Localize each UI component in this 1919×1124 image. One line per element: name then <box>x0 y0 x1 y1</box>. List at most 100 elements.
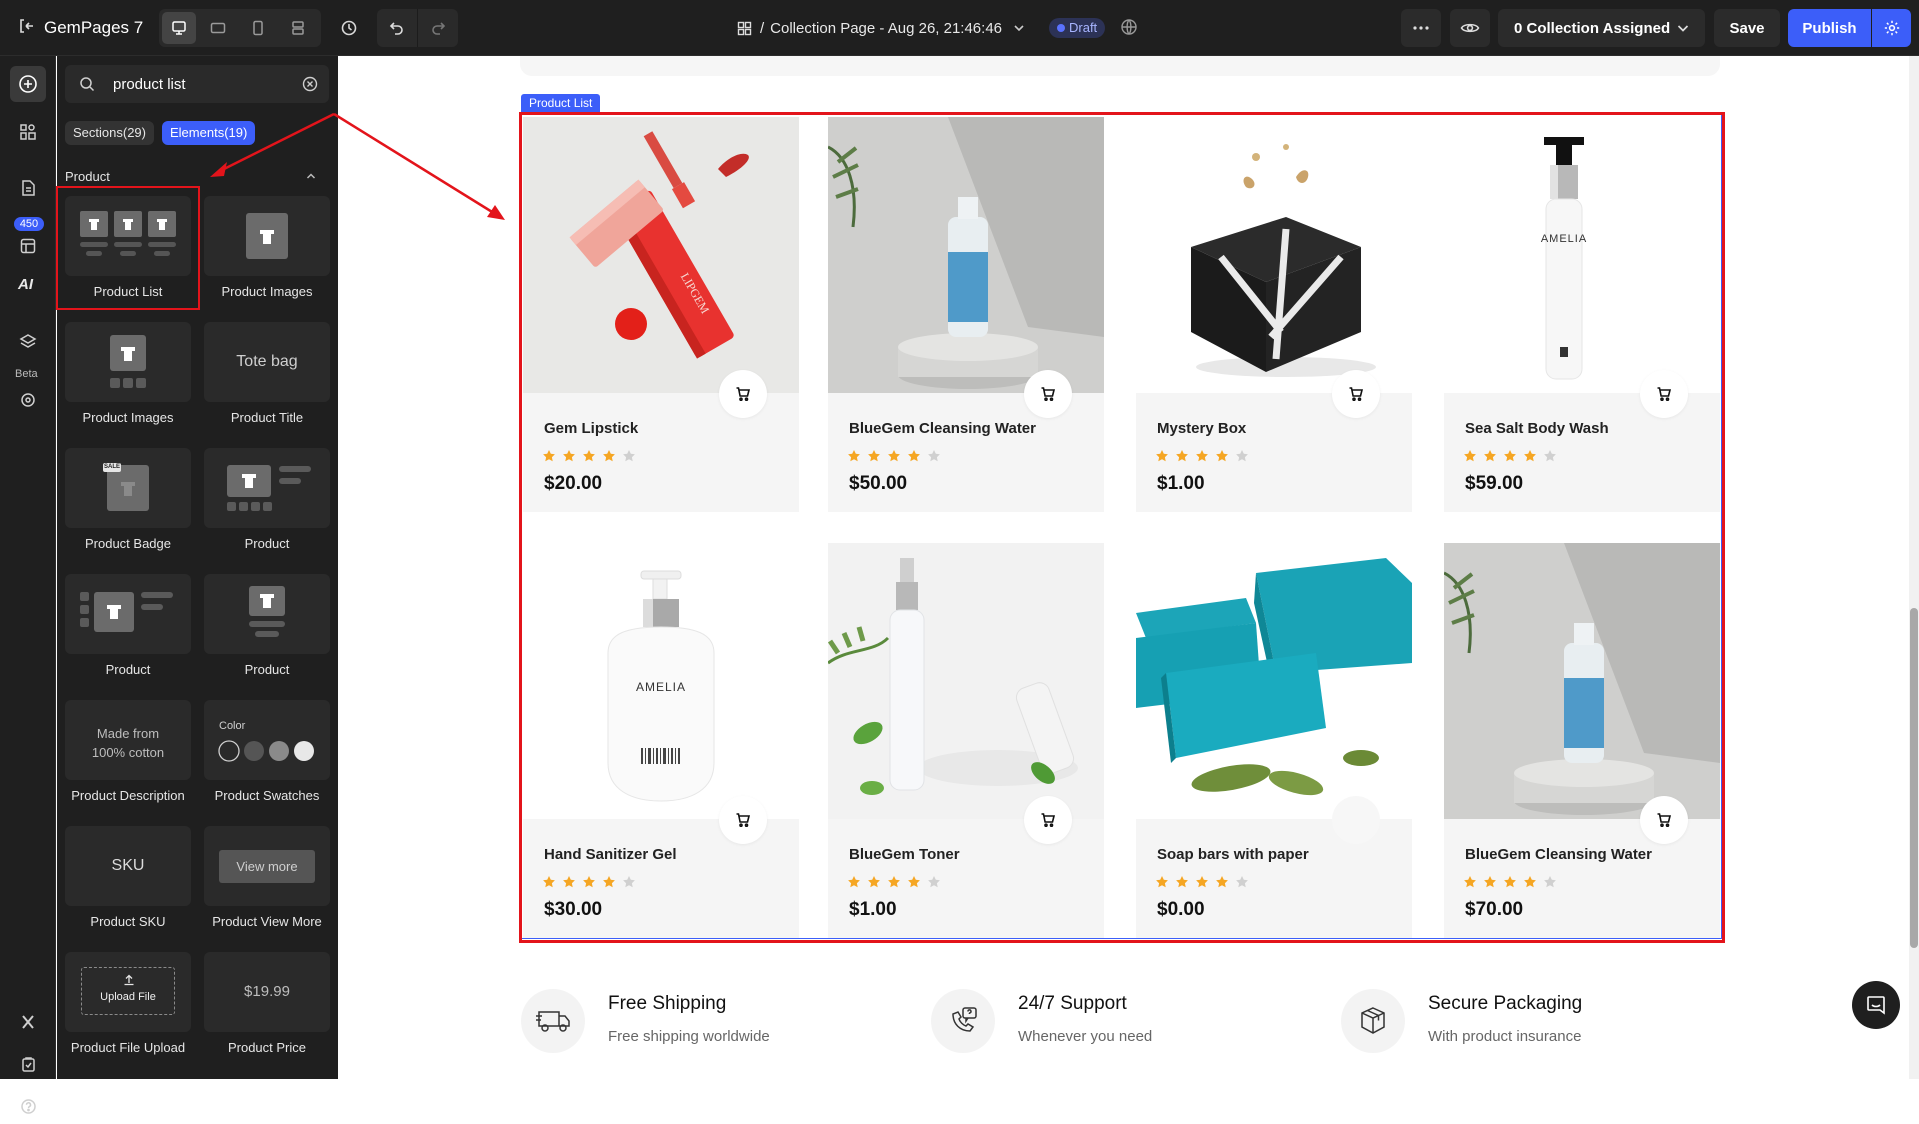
tab-elements[interactable]: Elements(19) <box>162 121 256 145</box>
star-filled-icon <box>543 876 555 888</box>
element-tile-product-file-upload[interactable]: Upload File <box>65 952 191 1032</box>
product-card[interactable]: Soap bars with paper $0.00 <box>1136 543 1412 938</box>
rating-stars <box>847 875 941 889</box>
add-to-cart-icon[interactable] <box>1640 370 1688 418</box>
rating-stars <box>542 449 636 463</box>
feature-title: Secure Packaging <box>1428 993 1583 1014</box>
star-filled-icon <box>888 876 900 888</box>
save-button[interactable]: Save <box>1714 9 1780 47</box>
undo-icon[interactable] <box>377 9 417 47</box>
product-card[interactable]: BlueGem Cleansing Water $50.00 <box>828 117 1104 512</box>
publish-settings-gear-icon[interactable] <box>1872 9 1911 47</box>
add-to-cart-icon[interactable] <box>1640 796 1688 844</box>
product-title[interactable]: BlueGem Cleansing Water <box>1465 846 1652 863</box>
element-tile-product-price[interactable]: $19.99 <box>204 952 330 1032</box>
element-tile-product-badge[interactable]: SALE <box>65 448 191 528</box>
product-image-soap[interactable] <box>1136 543 1412 819</box>
add-element-icon[interactable] <box>10 66 46 102</box>
chevron-up-icon[interactable] <box>305 170 317 182</box>
page-title[interactable]: / Collection Page - Aug 26, 21:46:46 <box>737 18 1026 38</box>
page-title-text: Collection Page - Aug 26, 21:46:46 <box>770 19 1003 37</box>
add-to-cart-icon[interactable] <box>1024 370 1072 418</box>
product-title[interactable]: BlueGem Toner <box>849 846 960 863</box>
add-to-cart-icon[interactable] <box>1332 370 1380 418</box>
star-filled-icon <box>1196 876 1208 888</box>
publish-button[interactable]: Publish <box>1788 9 1871 47</box>
product-image-sanitizer[interactable]: AMELIA <box>523 543 799 819</box>
swatches-preview-label: Color <box>219 720 246 732</box>
product-layout-icon <box>80 592 173 632</box>
product-title[interactable]: Hand Sanitizer Gel <box>544 846 677 863</box>
layout-icon[interactable] <box>281 12 315 44</box>
tablet-landscape-icon[interactable] <box>201 12 235 44</box>
pages-icon[interactable] <box>10 170 46 206</box>
settings-beta-icon[interactable] <box>10 382 46 418</box>
product-title[interactable]: BlueGem Cleansing Water <box>849 420 1036 437</box>
product-card[interactable]: BlueGem Toner $1.00 <box>828 543 1104 938</box>
product-image-toner[interactable] <box>828 543 1104 819</box>
product-title[interactable]: Soap bars with paper <box>1157 846 1309 863</box>
beta-label: Beta <box>15 368 38 380</box>
layers-icon[interactable] <box>10 324 46 360</box>
element-tile-product[interactable] <box>65 574 191 654</box>
globe-icon[interactable] <box>1119 17 1139 37</box>
redo-icon[interactable] <box>418 9 458 47</box>
element-tile-product-description[interactable]: Made from 100% cotton <box>65 700 191 780</box>
canvas-scrollbar-thumb[interactable] <box>1910 608 1918 948</box>
add-to-cart-icon[interactable] <box>1332 796 1380 844</box>
product-card[interactable]: AMELIA Sea Salt Body Wash $59.00 <box>1444 117 1720 512</box>
product-title[interactable]: Mystery Box <box>1157 420 1246 437</box>
element-tile-product[interactable] <box>204 574 330 654</box>
history-icon[interactable] <box>330 9 368 47</box>
star-filled-icon <box>1504 450 1516 462</box>
element-tile-product-images[interactable] <box>204 196 330 276</box>
product-title[interactable]: Sea Salt Body Wash <box>1465 420 1609 437</box>
element-tile-product-images-gallery[interactable] <box>65 322 191 402</box>
element-tile-product-view-more[interactable]: View more <box>204 826 330 906</box>
group-title-product[interactable]: Product <box>65 169 110 184</box>
add-to-cart-icon[interactable] <box>1024 796 1072 844</box>
templates-icon[interactable] <box>10 228 46 264</box>
title-separator: / <box>760 19 765 37</box>
editor-canvas[interactable]: Product List LIPGEM Gem Lipstick $20.00 … <box>338 56 1919 1079</box>
search-box[interactable]: product list <box>65 65 329 103</box>
ai-icon[interactable]: AI <box>18 276 33 293</box>
collection-assign-button[interactable]: 0 Collection Assigned <box>1498 9 1705 47</box>
product-image-lipstick[interactable]: LIPGEM <box>523 117 799 393</box>
add-to-cart-icon[interactable] <box>719 370 767 418</box>
product-image-mystery-box[interactable] <box>1136 117 1412 393</box>
product-price: $70.00 <box>1465 899 1524 920</box>
components-icon[interactable] <box>10 114 46 150</box>
exit-icon[interactable] <box>16 16 40 40</box>
product-card[interactable]: BlueGem Cleansing Water $70.00 <box>1444 543 1720 938</box>
desktop-icon[interactable] <box>162 12 196 44</box>
search-input[interactable]: product list <box>113 76 186 93</box>
product-list-tag[interactable]: Product List <box>521 94 601 113</box>
element-tile-product[interactable] <box>204 448 330 528</box>
element-tile-product-title[interactable]: Tote bag <box>204 322 330 402</box>
clipboard-icon[interactable] <box>10 1046 46 1082</box>
product-image-bottle-blue[interactable] <box>1444 543 1720 819</box>
star-empty-icon <box>928 876 940 888</box>
product-card[interactable]: Mystery Box $1.00 <box>1136 117 1412 512</box>
clear-search-icon[interactable] <box>301 75 319 93</box>
x-twitter-icon[interactable] <box>10 1004 46 1040</box>
add-to-cart-icon[interactable] <box>719 796 767 844</box>
star-filled-icon <box>868 450 880 462</box>
star-empty-icon <box>1544 876 1556 888</box>
product-card[interactable]: LIPGEM Gem Lipstick $20.00 <box>523 117 799 512</box>
preview-eye-icon[interactable] <box>1450 9 1490 47</box>
star-filled-icon <box>583 450 595 462</box>
product-card[interactable]: AMELIA Hand Sanitizer Gel $30.00 <box>523 543 799 938</box>
element-tile-product-swatches[interactable]: Color <box>204 700 330 780</box>
help-icon[interactable] <box>10 1088 46 1124</box>
product-image-pump-white[interactable]: AMELIA <box>1444 117 1720 393</box>
chat-support-icon[interactable] <box>1852 981 1900 1029</box>
more-options-icon[interactable] <box>1401 9 1441 47</box>
tab-sections[interactable]: Sections(29) <box>65 121 154 145</box>
app-logo[interactable]: GemPages 7 <box>44 17 143 39</box>
element-tile-product-sku[interactable]: SKU <box>65 826 191 906</box>
mobile-icon[interactable] <box>241 12 275 44</box>
product-image-bottle-blue[interactable] <box>828 117 1104 393</box>
product-title[interactable]: Gem Lipstick <box>544 420 638 437</box>
